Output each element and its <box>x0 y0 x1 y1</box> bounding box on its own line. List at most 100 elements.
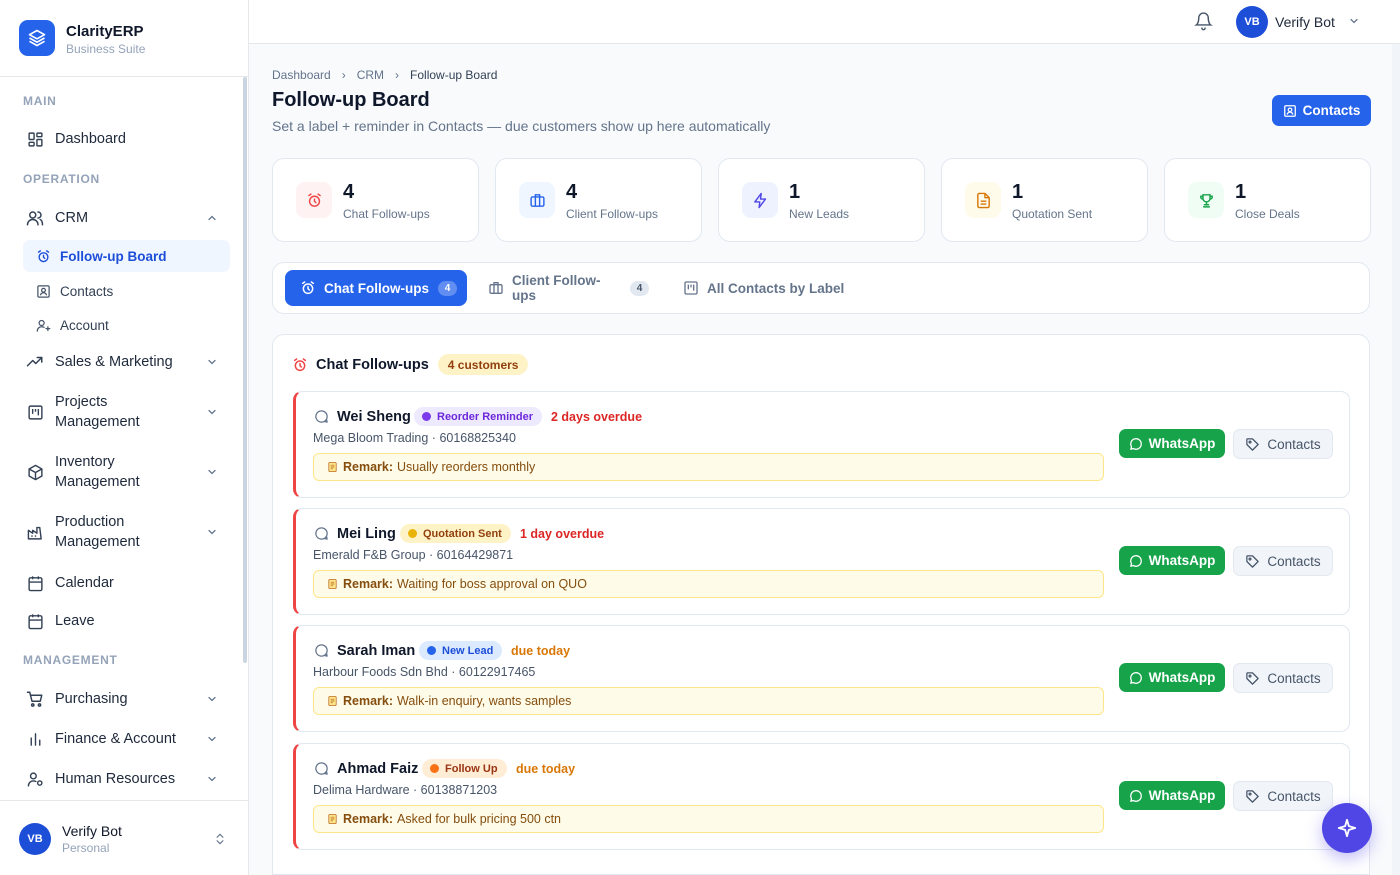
sidebar-item-followup-board[interactable]: Follow-up Board <box>23 240 230 272</box>
contacts-button[interactable]: Contacts <box>1272 95 1371 126</box>
remark-box: Remark: Usually reorders monthly <box>313 453 1104 481</box>
briefcase-icon <box>488 280 504 296</box>
whatsapp-button[interactable]: WhatsApp <box>1119 663 1225 692</box>
label-tag: Quotation Sent <box>400 524 511 543</box>
whatsapp-button[interactable]: WhatsApp <box>1119 781 1225 810</box>
trending-up-icon <box>25 352 45 372</box>
sidebar-item-calendar[interactable]: Calendar <box>23 573 233 593</box>
sidebar-item-label-line2: Management <box>55 414 140 430</box>
breadcrumb-crm[interactable]: CRM <box>357 68 384 82</box>
sidebar-item-sales-marketing[interactable]: Sales & Marketing <box>23 352 233 372</box>
chat-bubble-icon <box>314 526 329 541</box>
label-tag: Follow Up <box>422 759 507 778</box>
sidebar-user-menu[interactable]: VB Verify Bot Personal <box>0 800 248 875</box>
company-phone: Delima Hardware · 60138871203 <box>313 783 498 797</box>
tab-client-followups[interactable]: Client Follow-ups 4 <box>473 270 649 306</box>
followup-card: Mei Ling Quotation Sent 1 day overdue Emera… <box>293 508 1350 615</box>
chevron-down-icon <box>206 356 218 368</box>
customer-name[interactable]: Wei Sheng <box>337 409 411 425</box>
sidebar-item-label: Projects Management <box>55 392 140 432</box>
sidebar-item-label-line1: Inventory <box>55 454 115 470</box>
contacts-button-label: Contacts <box>1302 103 1361 118</box>
sidebar-item-account[interactable]: Account <box>23 309 230 341</box>
tag-icon <box>1245 671 1260 686</box>
company-phone: Harbour Foods Sdn Bhd · 60122917465 <box>313 665 536 679</box>
sidebar-item-label: Inventory Management <box>55 452 140 492</box>
sidebar-item-inventory[interactable]: Inventory Management <box>23 452 233 492</box>
sidebar-item-finance[interactable]: Finance & Account <box>23 729 233 749</box>
whatsapp-label: WhatsApp <box>1148 788 1216 803</box>
contacts-link-button[interactable]: Contacts <box>1233 663 1333 693</box>
contacts-link-button[interactable]: Contacts <box>1233 781 1333 811</box>
tab-chat-followups[interactable]: Chat Follow-ups 4 <box>285 270 467 306</box>
sidebar-scrollbar[interactable] <box>243 77 247 663</box>
ai-assistant-button[interactable] <box>1322 803 1372 853</box>
box-icon <box>25 462 45 482</box>
tag-icon <box>1245 437 1260 452</box>
chevrons-up-down-icon <box>213 831 227 847</box>
page-scrollbar[interactable] <box>1392 44 1400 875</box>
chevron-down-icon <box>206 773 218 785</box>
bell-icon[interactable] <box>1194 11 1213 31</box>
sidebar-item-crm[interactable]: CRM <box>23 208 233 228</box>
user-name: Verify Bot <box>62 823 122 839</box>
brand-name: ClarityERP <box>66 23 144 40</box>
sidebar-item-label: CRM <box>55 210 89 226</box>
stat-value: 1 <box>1235 181 1247 203</box>
breadcrumb-separator: › <box>341 68 346 82</box>
sidebar-item-label: Human Resources <box>55 771 176 787</box>
label-tag: Reorder Reminder <box>414 407 542 426</box>
contacts-link-button[interactable]: Contacts <box>1233 429 1333 459</box>
stat-card-chat-followups: 4 Chat Follow-ups <box>272 158 479 242</box>
followup-card: Sarah Iman New Lead due today Harbour Foods… <box>293 625 1350 732</box>
whatsapp-button[interactable]: WhatsApp <box>1119 546 1225 575</box>
user-menu[interactable]: VB Verify Bot <box>1236 5 1366 38</box>
label-text: Quotation Sent <box>423 527 502 540</box>
chat-bubble-icon <box>314 761 329 776</box>
sidebar-item-dashboard[interactable]: Dashboard <box>23 129 233 149</box>
users-icon <box>25 208 45 228</box>
sidebar-item-production[interactable]: Production Management <box>23 512 233 552</box>
sidebar-item-label: Dashboard <box>55 131 126 147</box>
sidebar-item-label: Contacts <box>60 283 114 299</box>
tab-label: Chat Follow-ups <box>324 280 429 296</box>
company-phone: Emerald F&B Group · 60164429871 <box>313 548 514 562</box>
panel-header: Chat Follow-ups 4 customers <box>292 354 529 375</box>
breadcrumb: Dashboard › CRM › Follow-up Board <box>272 68 508 82</box>
tab-all-contacts-by-label[interactable]: All Contacts by Label <box>668 270 848 306</box>
sidebar-item-purchasing[interactable]: Purchasing <box>23 689 233 709</box>
whatsapp-icon <box>1129 671 1143 685</box>
contacts-link-button[interactable]: Contacts <box>1233 546 1333 576</box>
section-operation: OPERATION <box>23 172 100 186</box>
remark-text: Usually reorders monthly <box>397 460 536 474</box>
whatsapp-button[interactable]: WhatsApp <box>1119 429 1225 458</box>
sparkle-icon <box>1336 817 1358 839</box>
customer-count-badge: 4 customers <box>437 354 529 375</box>
followup-card: Wei Sheng Reorder Reminder 2 days overdue M… <box>293 391 1350 498</box>
chevron-down-icon <box>206 693 218 705</box>
panel-title: Chat Follow-ups <box>316 356 429 373</box>
sidebar-item-label: Follow-up Board <box>60 248 167 264</box>
sidebar-item-projects[interactable]: Projects Management <box>23 392 233 432</box>
customer-name[interactable]: Ahmad Faiz <box>337 761 418 777</box>
tab-bar: Chat Follow-ups 4 Client Follow-ups 4 Al… <box>272 262 1370 314</box>
page-title: Follow-up Board <box>272 89 430 111</box>
sidebar-item-contacts[interactable]: Contacts <box>23 275 230 307</box>
customer-name[interactable]: Mei Ling <box>337 526 396 542</box>
bolt-icon <box>742 182 778 218</box>
sidebar-item-leave[interactable]: Leave <box>23 611 233 631</box>
user-role: Personal <box>62 841 110 855</box>
label-dot <box>408 529 417 538</box>
sidebar-item-human-resources[interactable]: Human Resources <box>23 769 233 789</box>
label-dot <box>422 412 431 421</box>
alarm-icon <box>292 357 308 373</box>
whatsapp-label: WhatsApp <box>1148 553 1216 568</box>
stat-label: Chat Follow-ups <box>343 207 430 221</box>
memo-icon <box>327 578 338 590</box>
breadcrumb-dashboard[interactable]: Dashboard <box>272 68 331 82</box>
chevron-down-icon <box>206 526 218 538</box>
remark-label: Remark: <box>343 577 394 591</box>
remark-text: Walk-in enquiry, wants samples <box>397 694 572 708</box>
sidebar-item-label: Purchasing <box>55 691 128 707</box>
customer-name[interactable]: Sarah Iman <box>337 643 415 659</box>
